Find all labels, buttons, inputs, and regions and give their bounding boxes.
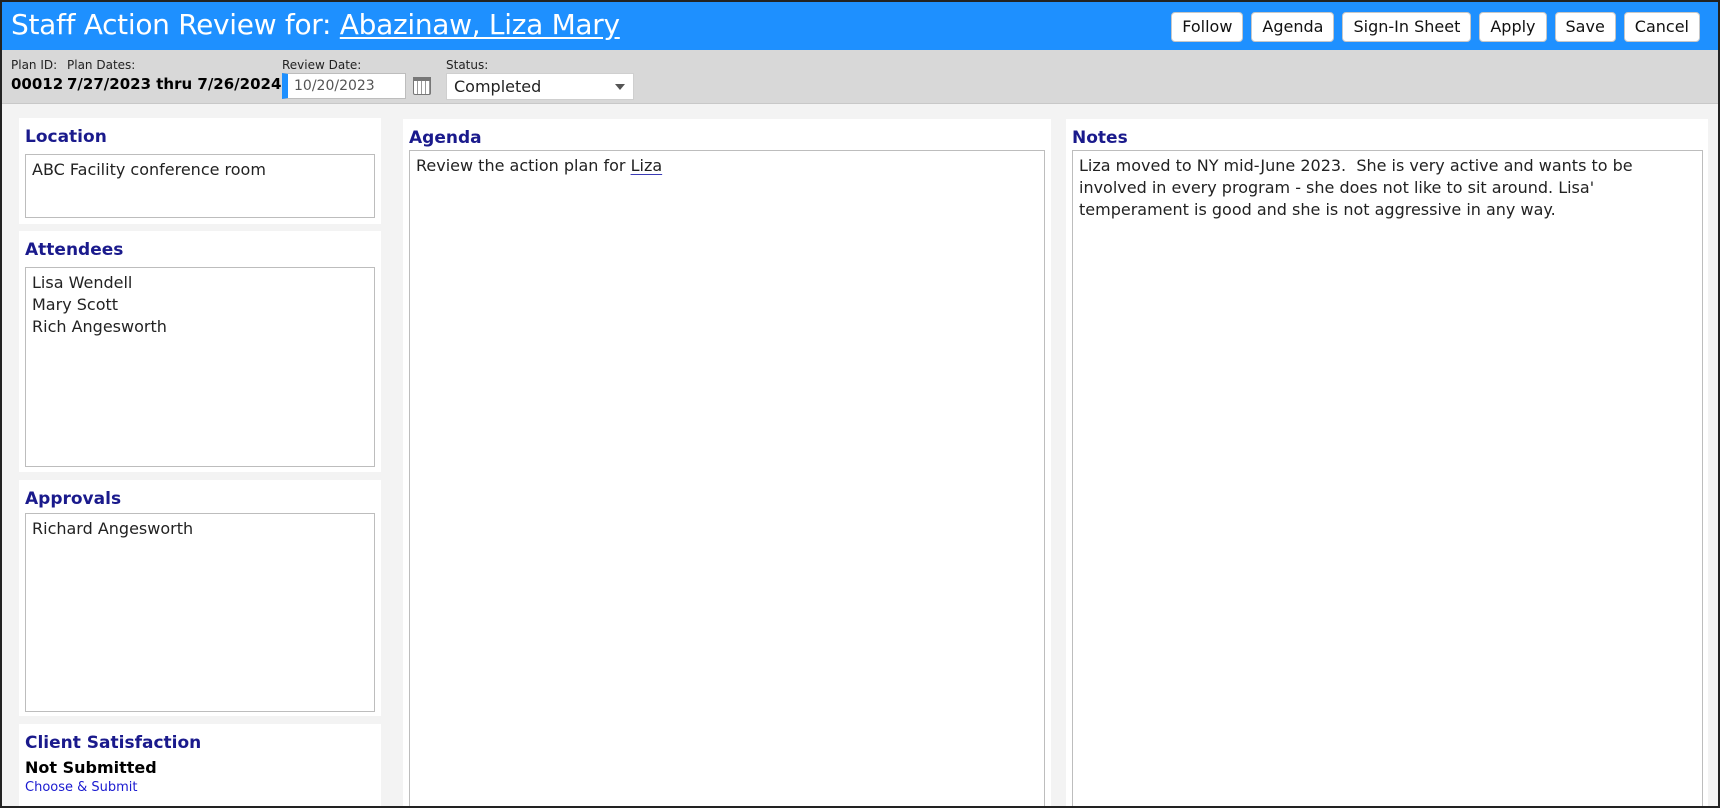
review-date-field-wrapper — [282, 73, 406, 99]
app-window: Staff Action Review for: Abazinaw, Liza … — [0, 0, 1720, 808]
agenda-title: Agenda — [409, 128, 482, 148]
approvals-title: Approvals — [25, 489, 122, 509]
agenda-textbox[interactable]: Review the action plan for Liza — [409, 150, 1045, 806]
review-date-label: Review Date: — [282, 58, 362, 72]
page-title: Staff Action Review for: Abazinaw, Liza … — [11, 10, 620, 40]
plan-id-value: 00012 — [11, 75, 64, 93]
location-value: ABC Facility conference room — [32, 160, 266, 179]
attendee-item: Rich Angesworth — [32, 317, 167, 336]
attendees-textbox[interactable]: Lisa Wendell Mary Scott Rich Angesworth — [25, 267, 375, 467]
status-selected-value: Completed — [454, 77, 542, 96]
agenda-button[interactable]: Agenda — [1251, 12, 1335, 42]
status-label: Status: — [446, 58, 489, 72]
attendee-item: Mary Scott — [32, 295, 119, 314]
notes-panel: Notes Liza moved to NY mid-June 2023. Sh… — [1066, 119, 1708, 806]
client-name-link[interactable]: Abazinaw, Liza Mary — [340, 8, 620, 41]
location-title: Location — [25, 127, 107, 147]
notes-title: Notes — [1072, 128, 1128, 148]
status-select[interactable]: Completed — [446, 73, 634, 100]
apply-button[interactable]: Apply — [1479, 12, 1547, 42]
cancel-button[interactable]: Cancel — [1623, 12, 1700, 42]
save-button[interactable]: Save — [1554, 12, 1616, 42]
client-satisfaction-panel: Client Satisfaction Not Submitted Choose… — [19, 724, 381, 806]
client-satisfaction-status: Not Submitted — [25, 758, 157, 777]
notes-textbox[interactable]: Liza moved to NY mid-June 2023. She is v… — [1072, 150, 1703, 806]
follow-button[interactable]: Follow — [1171, 12, 1244, 42]
calendar-icon[interactable] — [413, 77, 431, 95]
plan-info-bar: Plan ID: 00012 Plan Dates: 7/27/2023 thr… — [2, 50, 1718, 104]
chevron-down-icon — [615, 84, 625, 90]
approval-item: Richard Angesworth — [32, 519, 194, 538]
agenda-text-name: Liza — [630, 156, 663, 175]
header-buttons: Follow Agenda Sign-In Sheet Apply Save C… — [1171, 12, 1700, 42]
title-prefix: Staff Action Review for: — [11, 8, 340, 41]
plan-id-label: Plan ID: — [11, 58, 58, 72]
attendee-item: Lisa Wendell — [32, 273, 133, 292]
agenda-panel: Agenda Review the action plan for Liza — [403, 119, 1051, 806]
attendees-panel: Attendees Lisa Wendell Mary Scott Rich A… — [19, 231, 381, 472]
sign-in-sheet-button[interactable]: Sign-In Sheet — [1342, 12, 1472, 42]
plan-dates-value: 7/27/2023 thru 7/26/2024 — [67, 75, 282, 93]
choose-submit-link[interactable]: Choose & Submit — [25, 780, 138, 795]
location-textbox[interactable]: ABC Facility conference room — [25, 154, 375, 218]
approvals-panel: Approvals Richard Angesworth — [19, 480, 381, 716]
header-bar: Staff Action Review for: Abazinaw, Liza … — [2, 2, 1718, 50]
agenda-text: Review the action plan for Liza — [416, 155, 1038, 177]
plan-dates-label: Plan Dates: — [67, 58, 136, 72]
approvals-textbox[interactable]: Richard Angesworth — [25, 513, 375, 712]
client-satisfaction-title: Client Satisfaction — [25, 733, 202, 753]
notes-text: Liza moved to NY mid-June 2023. She is v… — [1079, 156, 1638, 219]
agenda-text-prefix: Review the action plan for — [416, 156, 631, 175]
location-panel: Location ABC Facility conference room — [19, 118, 381, 224]
review-date-input[interactable] — [288, 74, 405, 98]
attendees-title: Attendees — [25, 240, 124, 260]
